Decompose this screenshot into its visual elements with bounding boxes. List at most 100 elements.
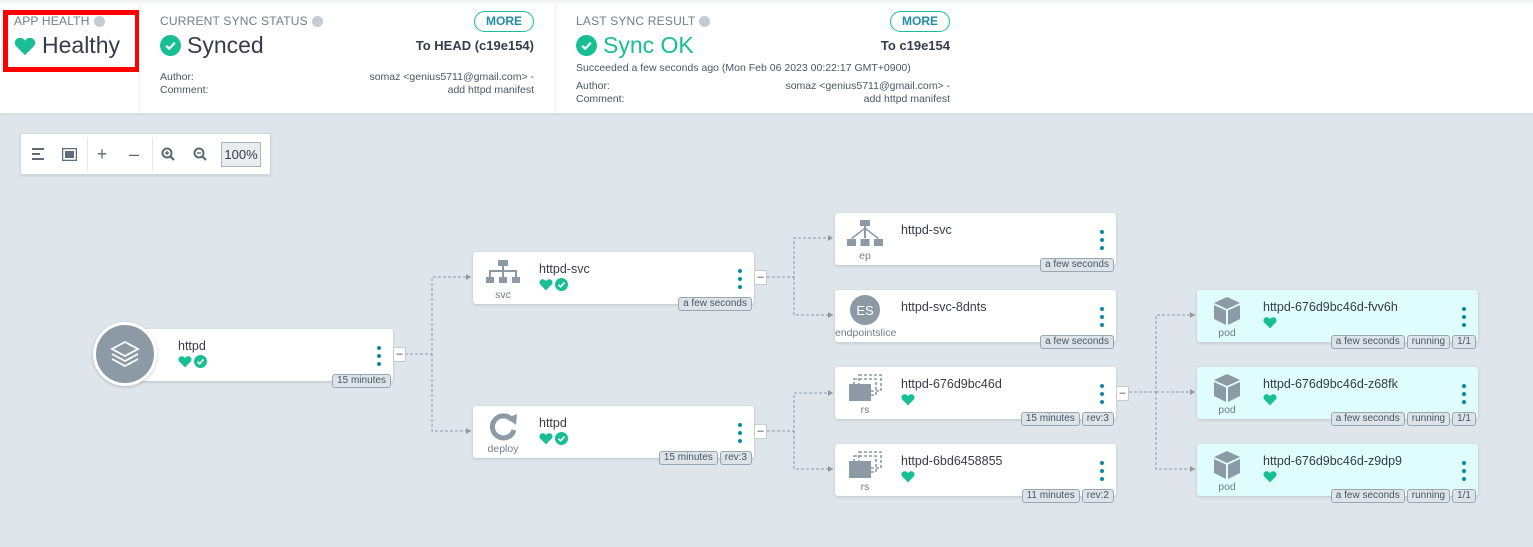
node-status xyxy=(1263,393,1277,406)
heart-icon xyxy=(1263,471,1277,483)
edge-svc-es xyxy=(793,277,833,316)
resource-node-deploy[interactable]: deploy httpd 15 minutes rev:3 xyxy=(473,406,754,465)
heart-icon xyxy=(901,394,915,406)
node-tags: a few seconds xyxy=(1040,258,1114,272)
collapse-toggle[interactable]: – xyxy=(754,270,767,285)
node-name: httpd-676d9bc46d-z9dp9 xyxy=(1263,454,1403,468)
node-status xyxy=(1263,316,1277,329)
node-tag: 15 minutes xyxy=(658,451,718,465)
heart-icon xyxy=(1263,394,1277,406)
node-menu-icon[interactable] xyxy=(1098,461,1106,481)
resource-node-rs[interactable]: rs httpd-6bd6458855 11 minutes rev:2 xyxy=(835,444,1116,503)
node-kind-label: pod xyxy=(1218,404,1236,416)
endpointslice-icon: ES endpointslice xyxy=(835,290,897,342)
replicaset-icon: rs xyxy=(835,444,895,496)
collapse-toggle[interactable]: – xyxy=(393,347,406,362)
node-kind-label: svc xyxy=(495,289,511,301)
application-icon xyxy=(93,322,157,386)
node-tag: a few seconds xyxy=(678,297,752,311)
node-kind-label: endpointslice xyxy=(835,327,897,339)
node-tag: 1/1 xyxy=(1452,412,1476,426)
resource-node-pod[interactable]: pod httpd-676d9bc46d-z9dp9 a few seconds… xyxy=(1197,444,1478,503)
node-menu-icon[interactable] xyxy=(736,423,744,443)
node-tag: rev:3 xyxy=(719,451,752,465)
node-name: httpd-svc xyxy=(539,262,590,276)
node-kind-label: ep xyxy=(859,250,871,262)
node-name: httpd-svc-8dnts xyxy=(901,300,987,314)
node-tag: a few seconds xyxy=(1330,335,1405,349)
heart-icon xyxy=(901,471,915,483)
endpoints-icon: ep xyxy=(835,213,895,265)
node-tag: a few seconds xyxy=(1330,412,1405,426)
node-menu-icon[interactable] xyxy=(1098,230,1106,250)
resource-node-endpointslice[interactable]: ES endpointslice httpd-svc-8dnts a few s… xyxy=(835,290,1116,349)
check-circle-icon xyxy=(194,355,207,368)
node-kind-label: pod xyxy=(1218,481,1236,493)
edge-deploy-rs1 xyxy=(767,392,833,432)
node-tags: 15 minutes xyxy=(332,374,391,388)
resource-node-rs[interactable]: rs httpd-676d9bc46d 15 minutes rev:3 xyxy=(835,367,1116,426)
pod-icon: pod xyxy=(1197,444,1257,496)
resource-node-svc[interactable]: svc httpd-svc a few seconds xyxy=(473,252,754,311)
node-status xyxy=(901,470,915,483)
node-tag: running xyxy=(1406,489,1451,503)
edge-app-deploy xyxy=(431,354,471,432)
node-status xyxy=(901,393,915,406)
node-tag: rev:2 xyxy=(1081,489,1114,503)
node-status xyxy=(1263,470,1277,483)
replicaset-icon: rs xyxy=(835,367,895,419)
node-tag: a few seconds xyxy=(1040,258,1114,272)
node-tags: a few seconds xyxy=(678,297,752,311)
node-status xyxy=(539,432,568,445)
node-name: httpd xyxy=(539,416,567,430)
node-menu-icon[interactable] xyxy=(375,346,383,366)
pod-icon: pod xyxy=(1197,367,1257,419)
edge-deploy-rs2 xyxy=(793,431,833,470)
check-circle-icon xyxy=(555,432,568,445)
edge-app-svc xyxy=(405,276,471,355)
node-kind-label: rs xyxy=(860,404,870,416)
check-circle-icon xyxy=(555,278,568,291)
node-menu-icon[interactable] xyxy=(1098,384,1106,404)
node-menu-icon[interactable] xyxy=(1460,384,1468,404)
resource-node-ep[interactable]: ep httpd-svc a few seconds xyxy=(835,213,1116,272)
node-tag: a few seconds xyxy=(1040,335,1114,349)
node-menu-icon[interactable] xyxy=(1460,461,1468,481)
resource-node-pod[interactable]: pod httpd-676d9bc46d-z68fk a few seconds… xyxy=(1197,367,1478,426)
edge-rs1-pod1 xyxy=(1129,314,1195,393)
collapse-toggle[interactable]: – xyxy=(754,424,767,439)
node-name: httpd-6bd6458855 xyxy=(901,454,1003,468)
node-tags: 15 minutes rev:3 xyxy=(1020,412,1114,426)
node-kind-label: rs xyxy=(860,481,870,493)
node-tags: a few seconds running 1/1 xyxy=(1330,335,1476,349)
node-menu-icon[interactable] xyxy=(736,269,744,289)
node-status xyxy=(539,278,568,291)
node-kind-label: deploy xyxy=(487,443,519,455)
resource-node-app[interactable]: httpd 15 minutes xyxy=(120,329,393,388)
node-tag: 15 minutes xyxy=(332,374,391,388)
node-menu-icon[interactable] xyxy=(1460,307,1468,327)
edge-rs1-pod3 xyxy=(1155,392,1195,470)
heart-icon xyxy=(178,356,192,368)
node-tags: a few seconds xyxy=(1040,335,1114,349)
node-kind-label: pod xyxy=(1218,327,1236,339)
node-menu-icon[interactable] xyxy=(1098,307,1106,327)
node-tags: a few seconds running 1/1 xyxy=(1330,412,1476,426)
node-name: httpd-676d9bc46d-z68fk xyxy=(1263,377,1398,391)
node-name: httpd-676d9bc46d xyxy=(901,377,1002,391)
node-tag: 11 minutes xyxy=(1021,489,1080,503)
node-tag: 1/1 xyxy=(1452,335,1476,349)
node-tag: 1/1 xyxy=(1452,489,1476,503)
node-tag: rev:3 xyxy=(1081,412,1114,426)
pod-icon: pod xyxy=(1197,290,1257,342)
heart-icon xyxy=(539,279,553,291)
node-tags: 11 minutes rev:2 xyxy=(1021,489,1114,503)
node-tag: a few seconds xyxy=(1330,489,1405,503)
resource-node-pod[interactable]: pod httpd-676d9bc46d-fvv6h a few seconds… xyxy=(1197,290,1478,349)
node-tags: 15 minutes rev:3 xyxy=(658,451,752,465)
node-name: httpd xyxy=(178,339,206,353)
node-name: httpd-676d9bc46d-fvv6h xyxy=(1263,300,1398,314)
node-name: httpd-svc xyxy=(901,223,952,237)
node-status xyxy=(178,355,207,368)
collapse-toggle[interactable]: – xyxy=(1116,386,1129,401)
